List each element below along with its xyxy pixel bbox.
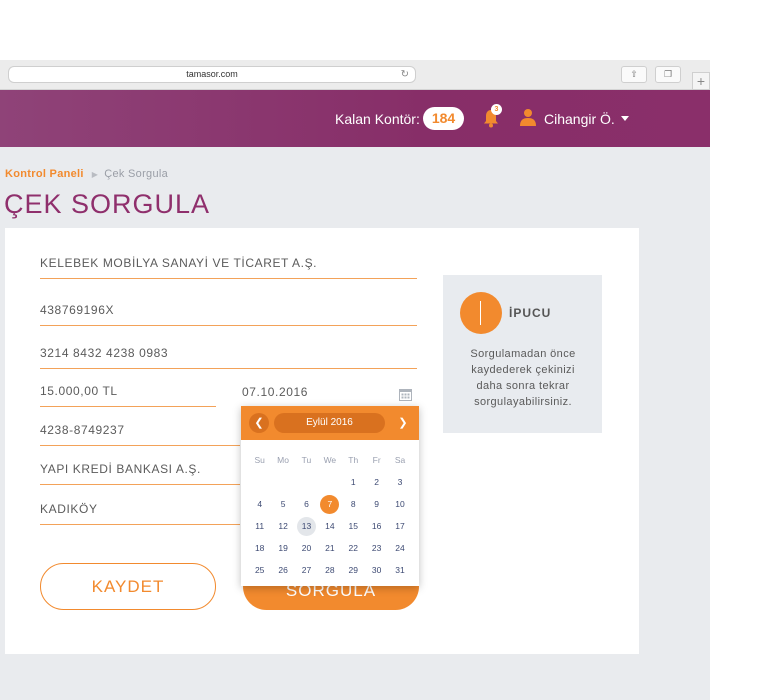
form-card: KELEBEK MOBİLYA SANAYİ VE TİCARET A.Ş. 4… — [5, 228, 639, 654]
chevron-down-icon[interactable] — [621, 116, 629, 121]
weekday-label: Th — [348, 455, 359, 465]
notification-badge: 3 — [491, 104, 502, 115]
calendar-day[interactable]: 7 — [318, 493, 341, 515]
account-field[interactable]: 4238-8749237 — [40, 418, 240, 446]
bank-field[interactable]: YAPI KREDİ BANKASI A.Ş. — [40, 457, 240, 485]
reload-icon[interactable]: ↻ — [401, 67, 409, 82]
calendar-day[interactable]: 1 — [342, 471, 365, 493]
tip-panel: İPUCU Sorgulamadan önce kaydederek çekin… — [443, 275, 602, 433]
calendar-day[interactable]: 20 — [295, 537, 318, 559]
week-row: 25 26 27 28 29 30 31 — [248, 559, 412, 581]
date-field[interactable]: 07.10.2016 — [242, 379, 417, 407]
calendar-day[interactable]: 29 — [342, 559, 365, 581]
week-row: 123 — [248, 471, 412, 493]
calendar-day[interactable]: 21 — [318, 537, 341, 559]
cheque-number-field[interactable]: 3214 8432 4238 0983 — [40, 338, 417, 369]
chevron-right-icon[interactable]: ❯ — [393, 413, 413, 433]
week-row: 4 5 6 7 8 9 10 — [248, 493, 412, 515]
user-menu[interactable]: Cihangir Ö. — [544, 111, 615, 127]
amount-field[interactable]: 15.000,00 TL — [40, 379, 216, 407]
tip-text: Sorgulamadan önce kaydederek çekinizi da… — [470, 348, 576, 408]
save-button[interactable]: KAYDET — [40, 563, 216, 610]
credits-label: Kalan Kontör: — [335, 111, 420, 127]
calendar-day[interactable]: 24 — [388, 537, 411, 559]
calendar-day[interactable]: 2 — [365, 471, 388, 493]
month-selector[interactable]: Eylül 2016 — [274, 413, 385, 433]
url-text: tamasor.com — [186, 69, 238, 79]
tax-number-value: 438769196X — [40, 303, 115, 317]
new-tab-icon[interactable]: + — [692, 72, 710, 90]
bank-value: YAPI KREDİ BANKASI A.Ş. — [40, 462, 201, 476]
account-value: 4238-8749237 — [40, 423, 125, 437]
company-field[interactable]: KELEBEK MOBİLYA SANAYİ VE TİCARET A.Ş. — [40, 248, 417, 279]
calendar-day[interactable]: 9 — [365, 493, 388, 515]
calendar-day[interactable]: 31 — [388, 559, 411, 581]
breadcrumb: Kontrol Paneli ▶ Çek Sorgula — [5, 168, 168, 180]
top-navbar: Kalan Kontör: 184 3 Cihangir Ö. — [0, 90, 710, 147]
calendar-day[interactable]: 26 — [271, 559, 294, 581]
cheque-number-value: 3214 8432 4238 0983 — [40, 346, 169, 360]
breadcrumb-current: Çek Sorgula — [104, 168, 169, 180]
weekday-label: Tu — [301, 455, 312, 465]
date-picker-header: ❮ Eylül 2016 ❯ — [241, 406, 419, 440]
branch-field[interactable]: KADIKÖY — [40, 496, 240, 525]
browser-window: tamasor.com ↻ ⇧ ❐ Kalan Kontör: 184 3 Ci… — [0, 60, 710, 700]
weekday-label: Mo — [277, 455, 289, 465]
calendar-day[interactable]: 28 — [318, 559, 341, 581]
weekday-label: We — [323, 455, 337, 465]
calendar-day[interactable]: 6 — [295, 493, 318, 515]
calendar-empty — [295, 471, 318, 493]
calendar-day[interactable]: 22 — [342, 537, 365, 559]
calendar-empty — [248, 471, 271, 493]
date-picker: ❮ Eylül 2016 ❯ Su Mo Tu We Th Fr Sa 1 2 3 4 5 6 7 8 9 10… — [241, 406, 419, 586]
calendar-day[interactable]: 3 — [388, 471, 411, 493]
calendar-day[interactable]: 8 — [342, 493, 365, 515]
browser-toolbar: tamasor.com ↻ ⇧ ❐ — [0, 60, 710, 90]
calendar-day[interactable]: 30 — [365, 559, 388, 581]
calendar-day[interactable]: 5 — [271, 493, 294, 515]
tabs-icon[interactable]: ❐ — [655, 66, 681, 83]
calendar-icon[interactable] — [399, 388, 412, 401]
chevron-left-icon[interactable]: ❮ — [249, 413, 269, 433]
calendar-empty — [318, 471, 341, 493]
share-icon[interactable]: ⇧ — [621, 66, 647, 83]
calendar-day[interactable]: 25 — [248, 559, 271, 581]
calendar-day[interactable]: 16 — [365, 515, 388, 537]
chevron-right-icon: ▶ — [91, 170, 99, 179]
calendar-day[interactable]: 23 — [365, 537, 388, 559]
calendar-day[interactable]: 15 — [342, 515, 365, 537]
week-row: 11 12 13 14 15 16 17 — [248, 515, 412, 537]
calendar-day[interactable]: 4 — [248, 493, 271, 515]
calendar-grid: Su Mo Tu We Th Fr Sa 1 2 3 4 5 6 7 8 9 10 11 12 13 14 15 16 17 1… — [248, 449, 412, 581]
calendar-day[interactable]: 18 — [248, 537, 271, 559]
calendar-empty — [271, 471, 294, 493]
calendar-day[interactable]: 14 — [318, 515, 341, 537]
weekday-label: Su — [254, 455, 265, 465]
calendar-day[interactable]: 10 — [388, 493, 411, 515]
info-icon — [460, 292, 502, 334]
date-value: 07.10.2016 — [242, 385, 309, 399]
company-value: KELEBEK MOBİLYA SANAYİ VE TİCARET A.Ş. — [40, 256, 318, 270]
tip-title: İPUCU — [509, 306, 552, 320]
page-title: ÇEK SORGULA — [4, 189, 211, 219]
branch-value: KADIKÖY — [40, 502, 98, 516]
calendar-day[interactable]: 17 — [388, 515, 411, 537]
calendar-day[interactable]: 19 — [271, 537, 294, 559]
calendar-day[interactable]: 13 — [295, 515, 318, 537]
credits-badge: 184 — [423, 107, 464, 130]
weekday-label: Fr — [372, 455, 381, 465]
calendar-day[interactable]: 11 — [248, 515, 271, 537]
tax-number-field[interactable]: 438769196X — [40, 295, 417, 326]
address-bar[interactable]: tamasor.com ↻ — [8, 66, 416, 83]
weekday-label: Sa — [394, 455, 406, 465]
weekday-row: Su Mo Tu We Th Fr Sa — [248, 449, 412, 471]
week-row: 18 19 20 21 22 23 24 — [248, 537, 412, 559]
user-icon[interactable] — [520, 108, 536, 126]
amount-value: 15.000,00 TL — [40, 384, 118, 398]
calendar-day[interactable]: 27 — [295, 559, 318, 581]
breadcrumb-home[interactable]: Kontrol Paneli — [5, 168, 84, 180]
calendar-day[interactable]: 12 — [271, 515, 294, 537]
